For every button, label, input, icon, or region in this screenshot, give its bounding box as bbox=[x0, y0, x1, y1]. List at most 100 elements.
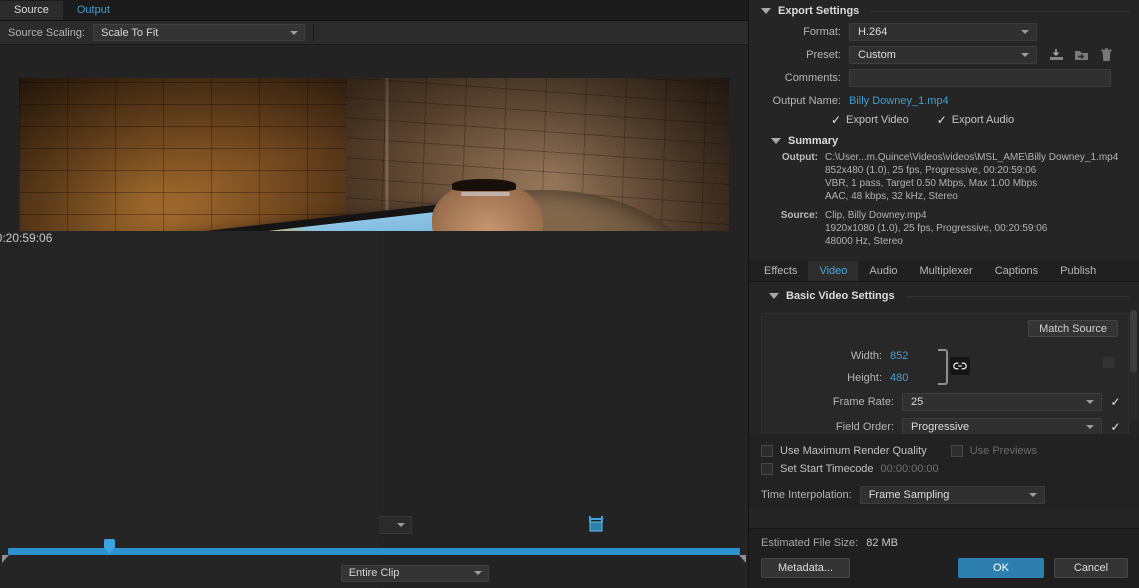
preset-actions bbox=[1043, 47, 1114, 62]
range-end-handle[interactable] bbox=[739, 555, 746, 563]
tab-captions[interactable]: Captions bbox=[984, 261, 1049, 281]
tab-publish[interactable]: Publish bbox=[1049, 261, 1107, 281]
source-scaling-select[interactable]: Scale To Fit bbox=[93, 24, 306, 41]
import-preset-icon[interactable] bbox=[1074, 48, 1089, 62]
divider bbox=[905, 295, 1129, 297]
tab-audio[interactable]: Audio bbox=[858, 261, 908, 281]
link-chain-icon[interactable] bbox=[950, 357, 970, 375]
summary-output-row: . AAC, 48 kbps, 32 kHz, Stereo bbox=[761, 190, 1129, 203]
checkmark-icon: ✓ bbox=[936, 113, 947, 127]
dimension-extra-button[interactable] bbox=[1103, 357, 1114, 368]
cancel-button[interactable]: Cancel bbox=[1054, 558, 1128, 578]
start-timecode-value[interactable]: 00:00:00:00 bbox=[881, 463, 939, 475]
tab-source[interactable]: Source bbox=[0, 1, 63, 20]
dimensions-block: Width: 852 Height: 480 bbox=[762, 319, 1128, 389]
video-settings-scroll-area[interactable]: Basic Video Settings Match Source Width:… bbox=[749, 282, 1139, 434]
output-name-row: Output Name: Billy Downey_1.mp4 bbox=[749, 89, 1139, 112]
aspect-link-bracket bbox=[938, 349, 948, 385]
frame-rate-checkbox[interactable]: ✓ bbox=[1109, 395, 1122, 409]
summary-output-label: Output: bbox=[781, 152, 818, 163]
summary-source-line-1: 1920x1080 (1.0), 25 fps, Progressive, 00… bbox=[825, 223, 1048, 234]
transport-bar: 00:02:48:19 Fit 00:20:59:06 bbox=[0, 231, 758, 588]
time-interpolation-row: Time Interpolation: Frame Sampling bbox=[749, 478, 1139, 508]
footer-buttons: Metadata... OK Cancel bbox=[761, 558, 1128, 578]
source-range-value: Entire Clip bbox=[348, 567, 400, 579]
triangle-down-icon[interactable] bbox=[761, 8, 771, 14]
preset-select[interactable]: Custom bbox=[849, 45, 1037, 64]
comments-label: Comments: bbox=[784, 71, 841, 84]
export-audio-checkbox[interactable]: ✓ Export Audio bbox=[937, 114, 1014, 126]
basic-video-settings-title: Basic Video Settings bbox=[786, 290, 895, 302]
chevron-down-icon bbox=[290, 30, 299, 35]
basic-video-settings-header[interactable]: Basic Video Settings bbox=[749, 282, 1139, 305]
summary-output-line-1: 852x480 (1.0), 25 fps, Progressive, 00:2… bbox=[825, 165, 1037, 176]
frame-rate-label: Frame Rate: bbox=[832, 395, 894, 408]
summary-source-label: Source: bbox=[780, 210, 818, 221]
save-preset-icon[interactable] bbox=[1049, 48, 1064, 62]
source-scaling-row: Source Scaling: Scale To Fit bbox=[0, 21, 748, 45]
triangle-down-icon[interactable] bbox=[769, 293, 779, 299]
chevron-down-icon bbox=[1086, 399, 1094, 404]
output-name-label: Output Name: bbox=[772, 94, 841, 107]
settings-scrollbar-thumb[interactable] bbox=[1130, 310, 1137, 372]
range-start-handle[interactable] bbox=[2, 555, 9, 563]
summary-source-row: . 48000 Hz, Stereo bbox=[761, 235, 1129, 248]
settings-scrollbar[interactable] bbox=[1130, 310, 1137, 422]
summary-header[interactable]: Summary bbox=[749, 130, 1139, 150]
transport-timecode-row: 00:02:48:19 Fit 00:20:59:06 bbox=[0, 231, 758, 588]
ok-button[interactable]: OK bbox=[958, 558, 1044, 578]
format-label: Format: bbox=[803, 25, 841, 38]
source-range-select[interactable]: Entire Clip bbox=[340, 564, 489, 582]
summary-source-line-2: 48000 Hz, Stereo bbox=[825, 236, 903, 247]
width-label: Width: bbox=[850, 350, 882, 362]
chevron-down-icon bbox=[1028, 493, 1037, 497]
set-start-timecode-checkbox[interactable] bbox=[761, 463, 773, 475]
tab-effects[interactable]: Effects bbox=[753, 261, 808, 281]
height-label: Height: bbox=[847, 372, 882, 384]
scrub-track[interactable] bbox=[8, 548, 740, 555]
format-select[interactable]: H.264 bbox=[849, 22, 1037, 41]
time-interpolation-select[interactable]: Frame Sampling bbox=[859, 486, 1045, 504]
field-order-row: Field Order: Progressive ✓ bbox=[762, 414, 1128, 434]
summary-source-row: . 1920x1080 (1.0), 25 fps, Progressive, … bbox=[761, 222, 1129, 235]
max-render-quality-checkbox[interactable] bbox=[761, 445, 773, 457]
triangle-down-icon[interactable] bbox=[771, 138, 781, 144]
set-in-out-range-icon[interactable] bbox=[586, 516, 606, 534]
scene-person-glasses bbox=[460, 191, 510, 196]
duration-timecode: 00:20:59:06 bbox=[0, 231, 379, 588]
field-order-value: Progressive bbox=[911, 420, 970, 433]
preview-tabbar: Source Output bbox=[0, 0, 748, 21]
output-name-link[interactable]: Billy Downey_1.mp4 bbox=[849, 95, 949, 107]
export-settings-header[interactable]: Export Settings bbox=[749, 0, 1139, 20]
playhead-top bbox=[104, 539, 115, 548]
set-start-timecode-label: Set Start Timecode bbox=[780, 463, 874, 475]
export-video-label: Export Video bbox=[846, 114, 909, 126]
chevron-down-icon bbox=[1021, 52, 1029, 57]
scrub-bar[interactable] bbox=[2, 538, 746, 563]
comments-input[interactable] bbox=[849, 68, 1111, 87]
summary-source-line-0: Clip, Billy Downey.mp4 bbox=[825, 210, 927, 221]
tab-output[interactable]: Output bbox=[63, 1, 124, 20]
field-order-checkbox[interactable]: ✓ bbox=[1109, 420, 1122, 434]
playhead-tip bbox=[104, 548, 114, 554]
delete-preset-icon[interactable] bbox=[1099, 47, 1114, 62]
frame-rate-select[interactable]: 25 bbox=[902, 392, 1102, 411]
source-scaling-value: Scale To Fit bbox=[101, 26, 159, 39]
format-value: H.264 bbox=[858, 25, 888, 38]
width-value[interactable]: 852 bbox=[890, 350, 930, 362]
basic-video-settings-panel: Match Source Width: 852 Height: 480 Fram… bbox=[761, 313, 1129, 434]
summary-output-line-2: VBR, 1 pass, Target 0.50 Mbps, Max 1.00 … bbox=[825, 178, 1038, 189]
use-previews-checkbox[interactable] bbox=[950, 445, 963, 457]
checkmark-icon: ✓ bbox=[831, 113, 842, 127]
height-value[interactable]: 480 bbox=[890, 372, 930, 384]
set-start-timecode-row: Set Start Timecode 00:00:00:00 bbox=[749, 460, 1139, 478]
playhead-handle[interactable] bbox=[104, 539, 115, 558]
tab-multiplexer[interactable]: Multiplexer bbox=[909, 261, 984, 281]
format-row: Format: H.264 bbox=[749, 20, 1139, 43]
tab-video[interactable]: Video bbox=[808, 261, 859, 281]
export-video-checkbox[interactable]: ✓ Export Video bbox=[831, 114, 909, 126]
metadata-button[interactable]: Metadata... bbox=[761, 558, 851, 578]
summary-output-line-3: AAC, 48 kbps, 32 kHz, Stereo bbox=[825, 191, 958, 202]
summary-output-row: . VBR, 1 pass, Target 0.50 Mbps, Max 1.0… bbox=[761, 177, 1129, 190]
field-order-select[interactable]: Progressive bbox=[902, 417, 1102, 434]
